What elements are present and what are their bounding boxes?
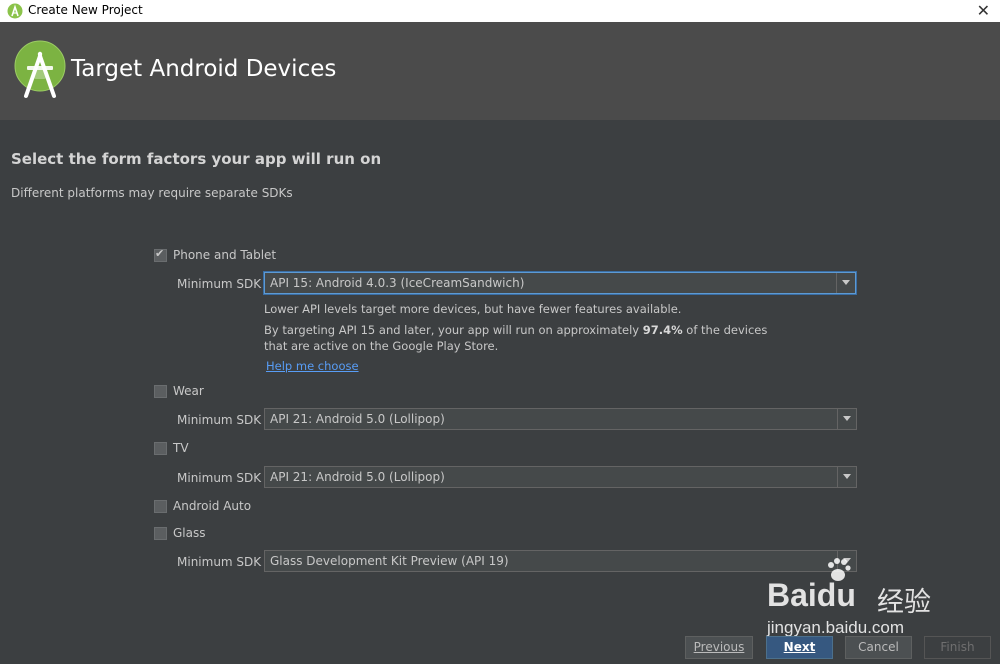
previous-button-label: Previous: [693, 640, 745, 654]
watermark-brand-cn: 经验: [877, 587, 931, 618]
window-titlebar: Create New Project ✕: [0, 0, 1000, 23]
baidu-watermark: Baidu 经验 jingyan.baidu.com: [765, 555, 955, 645]
chevron-down-icon[interactable]: [837, 467, 856, 487]
cancel-button-label: Cancel: [858, 640, 899, 654]
android-studio-icon: [7, 3, 23, 19]
wear-min-sdk-label: Minimum SDK: [177, 413, 262, 427]
finish-button[interactable]: Finish: [924, 636, 991, 659]
watermark-brand-b: du: [816, 577, 856, 613]
glass-min-sdk-value: Glass Development Kit Preview (API 19): [270, 554, 509, 568]
tv-checkbox[interactable]: [154, 442, 167, 455]
wear-min-sdk-value: API 21: Android 5.0 (Lollipop): [270, 412, 445, 426]
finish-button-label: Finish: [940, 640, 975, 654]
phone-min-sdk-value: API 15: Android 4.0.3 (IceCreamSandwich): [270, 276, 525, 290]
coverage-percent: 97.4%: [642, 323, 683, 337]
api-info-line-3: that are active on the Google Play Store…: [264, 339, 499, 353]
glass-min-sdk-label: Minimum SDK: [177, 555, 262, 569]
chevron-down-icon[interactable]: [836, 273, 855, 293]
watermark-brand: Baidu: [767, 577, 856, 614]
tv-min-sdk-dropdown[interactable]: API 21: Android 5.0 (Lollipop): [264, 466, 857, 488]
phone-min-sdk-label: Minimum SDK: [177, 277, 262, 291]
android-auto-checkbox[interactable]: [154, 500, 167, 513]
glass-checkbox[interactable]: [154, 527, 167, 540]
close-icon[interactable]: ✕: [977, 0, 990, 22]
watermark-brand-a: Bai: [767, 577, 817, 613]
next-button-label: Next: [783, 640, 816, 654]
section-subtext: Different platforms may require separate…: [11, 186, 293, 200]
header-banner: Target Android Devices: [0, 22, 1000, 120]
phone-tablet-checkbox[interactable]: [154, 247, 167, 262]
glass-label: Glass: [173, 526, 206, 540]
previous-button[interactable]: Previous: [685, 636, 753, 659]
android-studio-logo: [14, 40, 66, 98]
tv-min-sdk-label: Minimum SDK: [177, 471, 262, 485]
next-button[interactable]: Next: [766, 636, 833, 659]
api-info-line-2: By targeting API 15 and later, your app …: [264, 323, 767, 337]
tv-min-sdk-value: API 21: Android 5.0 (Lollipop): [270, 470, 445, 484]
watermark-url: jingyan.baidu.com: [767, 618, 905, 637]
api-info-text: By targeting API 15 and later, your app …: [264, 323, 643, 337]
window-title: Create New Project: [28, 3, 143, 17]
android-auto-label: Android Auto: [173, 499, 252, 513]
help-me-choose-link[interactable]: Help me choose: [266, 359, 359, 373]
wear-label: Wear: [173, 384, 204, 398]
chevron-down-icon[interactable]: [837, 409, 856, 429]
tv-label: TV: [173, 441, 189, 455]
section-heading: Select the form factors your app will ru…: [11, 150, 382, 168]
page-title: Target Android Devices: [71, 56, 337, 82]
phone-min-sdk-dropdown[interactable]: API 15: Android 4.0.3 (IceCreamSandwich): [264, 272, 856, 294]
wear-min-sdk-dropdown[interactable]: API 21: Android 5.0 (Lollipop): [264, 408, 857, 430]
cancel-button[interactable]: Cancel: [845, 636, 912, 659]
api-info-line-1: Lower API levels target more devices, bu…: [264, 302, 682, 316]
phone-tablet-label: Phone and Tablet: [173, 248, 277, 262]
wear-checkbox[interactable]: [154, 385, 167, 398]
api-info-text-end: of the devices: [682, 323, 768, 337]
